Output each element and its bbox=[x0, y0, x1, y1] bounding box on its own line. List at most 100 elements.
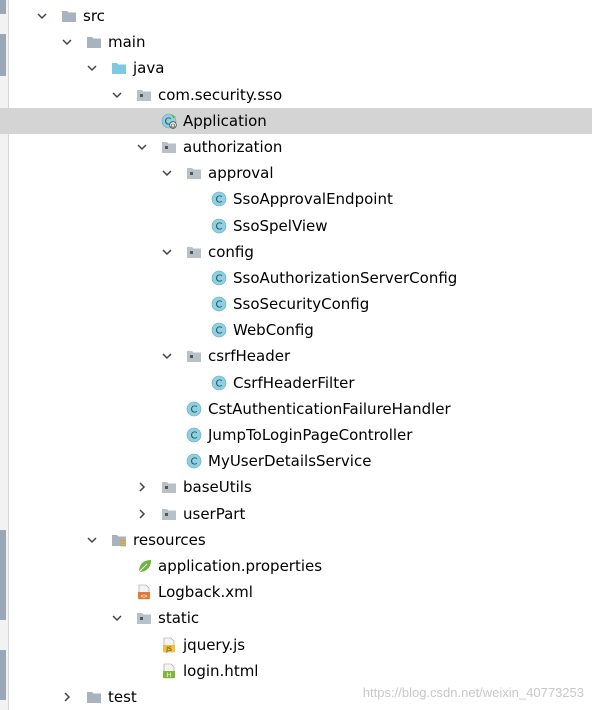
html-file-icon: H bbox=[161, 663, 177, 679]
js-file-icon: JS bbox=[161, 637, 177, 653]
svg-text:C: C bbox=[216, 195, 223, 206]
tree-node[interactable]: Hlogin.html bbox=[0, 658, 592, 684]
source-folder-icon bbox=[111, 60, 127, 76]
tree-node[interactable]: com.security.sso bbox=[0, 82, 592, 108]
svg-text:C: C bbox=[216, 326, 223, 337]
svg-text:H: H bbox=[167, 672, 172, 679]
tree-node[interactable]: <> Logback.xml bbox=[0, 579, 592, 605]
tree-node-label: csrfHeader bbox=[208, 347, 291, 366]
package-icon bbox=[161, 506, 177, 522]
svg-text:C: C bbox=[191, 404, 198, 415]
chevron-right-icon[interactable] bbox=[135, 474, 149, 500]
class-icon: C bbox=[186, 401, 202, 417]
chevron-right-icon[interactable] bbox=[60, 684, 74, 710]
svg-text:JS: JS bbox=[165, 646, 172, 653]
tree-node[interactable]: csrfHeader bbox=[0, 343, 592, 369]
package-icon bbox=[186, 165, 202, 181]
tree-node-label: static bbox=[158, 609, 200, 628]
tree-node[interactable]: static bbox=[0, 605, 592, 631]
tree-node-label: resources bbox=[133, 530, 206, 549]
xml-file-icon: <> bbox=[136, 584, 152, 600]
folder-icon bbox=[61, 8, 77, 24]
tree-node-label: userPart bbox=[183, 504, 246, 523]
tree-node[interactable]: java bbox=[0, 55, 592, 81]
class-icon: C bbox=[211, 375, 227, 391]
tree-node-label: test bbox=[108, 687, 137, 706]
chevron-down-icon[interactable] bbox=[135, 134, 149, 160]
class-icon: C bbox=[211, 322, 227, 338]
tree-node[interactable]: C Application bbox=[0, 107, 592, 134]
svg-text:C: C bbox=[216, 378, 223, 389]
chevron-right-icon[interactable] bbox=[135, 501, 149, 527]
folder-icon bbox=[86, 34, 102, 50]
tree-node[interactable]: C SsoSpelView bbox=[0, 213, 592, 239]
tree-node[interactable]: authorization bbox=[0, 134, 592, 160]
tree-node-label: Application bbox=[183, 111, 267, 130]
chevron-down-icon[interactable] bbox=[160, 160, 174, 186]
watermark: https://blog.csdn.net/weixin_40773253 bbox=[362, 685, 584, 700]
tree-node-label: SsoAuthorizationServerConfig bbox=[233, 268, 458, 287]
svg-text:C: C bbox=[191, 431, 198, 442]
chevron-down-icon[interactable] bbox=[60, 29, 74, 55]
class-icon: C bbox=[186, 427, 202, 443]
tree-node[interactable]: C WebConfig bbox=[0, 317, 592, 343]
resources-folder-icon bbox=[111, 532, 127, 548]
package-icon bbox=[186, 348, 202, 364]
class-icon: C bbox=[211, 218, 227, 234]
package-icon bbox=[161, 139, 177, 155]
tree-node-label: SsoApprovalEndpoint bbox=[233, 190, 393, 209]
chevron-down-icon[interactable] bbox=[160, 239, 174, 265]
tree-node[interactable]: application.properties bbox=[0, 553, 592, 579]
tree-node[interactable]: C MyUserDetailsService bbox=[0, 448, 592, 474]
tree-node[interactable]: C JumpToLoginPageController bbox=[0, 422, 592, 448]
tree-node[interactable]: src bbox=[0, 3, 592, 29]
tree-node[interactable]: approval bbox=[0, 160, 592, 186]
chevron-down-icon[interactable] bbox=[85, 55, 99, 81]
chevron-down-icon[interactable] bbox=[110, 82, 124, 108]
svg-text:C: C bbox=[191, 457, 198, 468]
tree-node-label: JumpToLoginPageController bbox=[208, 426, 413, 444]
tree-node[interactable]: baseUtils bbox=[0, 474, 592, 500]
tree-node-label: baseUtils bbox=[183, 478, 252, 497]
folder-icon bbox=[86, 689, 102, 705]
tree-node[interactable]: C CsrfHeaderFilter bbox=[0, 370, 592, 396]
spring-properties-icon bbox=[136, 558, 152, 574]
tree-node[interactable]: config bbox=[0, 239, 592, 265]
class-icon: C bbox=[211, 296, 227, 312]
package-icon bbox=[136, 87, 152, 103]
tree-node[interactable]: resources bbox=[0, 527, 592, 553]
tree-node[interactable]: C SsoApprovalEndpoint bbox=[0, 186, 592, 212]
tree-node-label: SsoSpelView bbox=[233, 216, 328, 235]
chevron-down-icon[interactable] bbox=[85, 527, 99, 553]
tree-node-label: jquery.js bbox=[183, 635, 246, 654]
tree-node[interactable]: userPart bbox=[0, 501, 592, 527]
tree-node-label: Logback.xml bbox=[158, 583, 253, 602]
tree-node-label: application.properties bbox=[158, 556, 323, 575]
tree-node[interactable]: C CstAuthenticationFailureHandler bbox=[0, 396, 592, 422]
chevron-down-icon[interactable] bbox=[160, 343, 174, 369]
package-icon bbox=[161, 479, 177, 495]
tree-node[interactable]: JS jquery.js bbox=[0, 632, 592, 658]
tree-node-label: CstAuthenticationFailureHandler bbox=[208, 399, 451, 418]
project-tree: src main java com.security.sso C Application a… bbox=[0, 3, 592, 710]
chevron-down-icon[interactable] bbox=[110, 605, 124, 631]
tree-node-label: java bbox=[133, 59, 165, 78]
chevron-down-icon[interactable] bbox=[35, 3, 49, 29]
tree-node[interactable]: C SsoSecurityConfig bbox=[0, 291, 592, 317]
tree-node-label: src bbox=[83, 7, 105, 25]
svg-text:C: C bbox=[216, 273, 223, 284]
tree-node-label: login.html bbox=[183, 661, 259, 680]
tree-node-label: main bbox=[108, 33, 146, 52]
tree-node-label: CsrfHeaderFilter bbox=[233, 373, 355, 392]
tree-node[interactable]: main bbox=[0, 29, 592, 55]
svg-text:C: C bbox=[216, 221, 223, 232]
class-icon: C bbox=[211, 270, 227, 286]
package-icon bbox=[136, 610, 152, 626]
tree-node[interactable]: C SsoAuthorizationServerConfig bbox=[0, 265, 592, 291]
tree-node-label: MyUserDetailsService bbox=[208, 452, 372, 471]
tree-node-label: SsoSecurityConfig bbox=[233, 295, 370, 314]
class-icon: C bbox=[186, 453, 202, 469]
package-icon bbox=[186, 244, 202, 260]
tree-node-label: WebConfig bbox=[233, 321, 314, 340]
svg-text:<>: <> bbox=[140, 593, 148, 600]
